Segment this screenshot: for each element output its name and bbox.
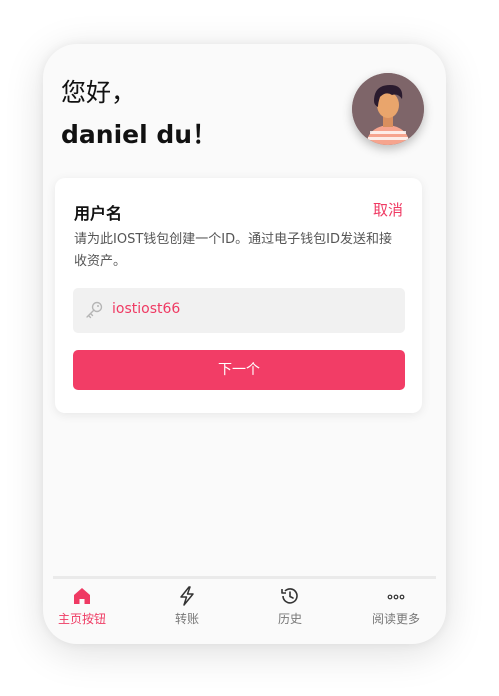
greeting-username: daniel du！ — [61, 120, 218, 149]
history-icon — [281, 588, 298, 604]
tab-history[interactable]: 历史 — [250, 585, 330, 635]
lightning-icon — [180, 586, 194, 606]
tab-transfer-label: 转账 — [174, 612, 199, 626]
card-title: 用户名 — [74, 204, 123, 223]
bottom-tab-bar: 主页按钮 转账 历史 阅读更多 — [53, 576, 436, 635]
card-description: 请为此IOST钱包创建一个ID。通过电子钱包ID发送和接收资产。 — [74, 232, 392, 269]
tab-home-label: 主页按钮 — [57, 612, 106, 626]
tab-more[interactable]: 阅读更多 — [356, 585, 436, 635]
username-input-value[interactable]: iostiost66 — [112, 301, 180, 317]
avatar[interactable] — [352, 73, 424, 145]
tab-transfer[interactable]: 转账 — [147, 585, 227, 635]
avatar-illustration — [352, 73, 424, 145]
more-icon — [387, 594, 405, 600]
tab-history-label: 历史 — [277, 612, 302, 626]
username-input[interactable]: iostiost66 — [73, 288, 405, 333]
greeting: 您好， daniel du！ — [61, 72, 217, 156]
tab-more-label: 阅读更多 — [371, 612, 420, 626]
home-icon — [74, 588, 90, 604]
username-card: 用户名 取消 请为此IOST钱包创建一个ID。通过电子钱包ID发送和接收资产。 … — [55, 178, 422, 413]
cancel-button[interactable]: 取消 — [373, 199, 403, 220]
app-screen: 您好， daniel du！ 用户名 取消 请为此IOST钱包创建一个ID。通过… — [43, 44, 446, 644]
tab-home[interactable]: 主页按钮 — [43, 585, 122, 635]
next-button[interactable]: 下一个 — [73, 350, 405, 390]
key-icon — [86, 301, 103, 319]
greeting-line-1: 您好， — [61, 78, 137, 107]
